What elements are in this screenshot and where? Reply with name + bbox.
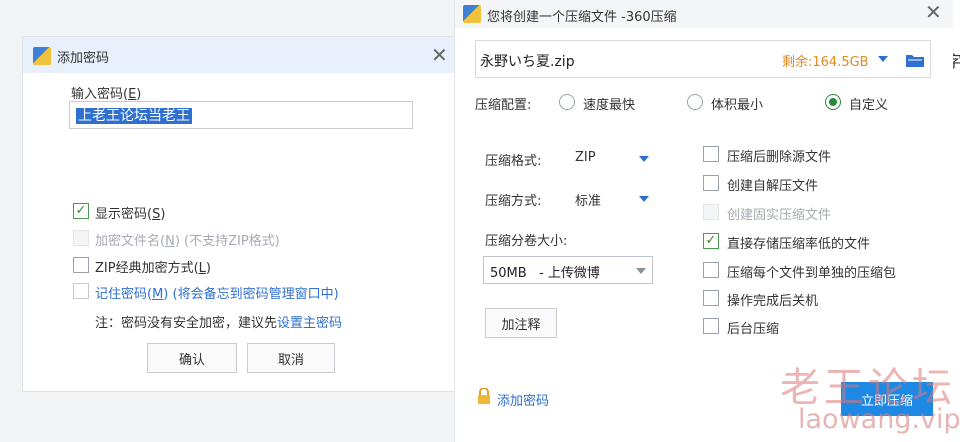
add-password-link[interactable]: 添加密码 bbox=[497, 390, 549, 409]
add-password-dialog: 添加密码 ✕ 输入密码(E) 上老王论坛当老王 ✓ 显示密码(S) 加密文件名(… bbox=[22, 36, 458, 392]
filename-field[interactable]: 永野いち夏.zip 剩余:164.5GB bbox=[475, 40, 931, 78]
store-low-ratio-checkbox[interactable]: ✓ bbox=[703, 233, 719, 249]
solid-archive-checkbox bbox=[703, 204, 719, 220]
free-space-label: 剩余:164.5GB bbox=[782, 55, 869, 70]
delete-source-checkbox[interactable] bbox=[703, 146, 719, 162]
config-speed-label[interactable]: 速度最快 bbox=[583, 94, 635, 113]
filename-value: 永野いち夏.zip bbox=[480, 54, 575, 70]
confirm-button[interactable]: 确认 bbox=[147, 343, 237, 373]
password-input-label: 输入密码(E) bbox=[71, 87, 142, 102]
config-custom-radio[interactable] bbox=[825, 94, 841, 110]
self-extract-label[interactable]: 创建自解压文件 bbox=[727, 175, 818, 194]
folder-icon[interactable] bbox=[906, 53, 924, 67]
dialog-title: 添加密码 bbox=[57, 51, 110, 66]
format-value[interactable]: ZIP bbox=[575, 150, 596, 165]
separate-archives-checkbox[interactable] bbox=[703, 262, 719, 278]
method-label: 压缩方式: bbox=[485, 194, 542, 209]
store-low-ratio-label[interactable]: 直接存储压缩率低的文件 bbox=[727, 233, 870, 252]
shutdown-after-label[interactable]: 操作完成后关机 bbox=[727, 290, 818, 309]
cancel-button[interactable]: 取消 bbox=[247, 343, 335, 373]
remember-password-checkbox[interactable] bbox=[73, 283, 89, 299]
self-extract-checkbox[interactable] bbox=[703, 175, 719, 191]
config-custom-label[interactable]: 自定义 bbox=[849, 94, 888, 113]
remember-password-label[interactable]: 记住密码(M) (将会备忘到密码管理窗口中) bbox=[95, 283, 339, 302]
zip-classic-encryption-checkbox[interactable] bbox=[73, 257, 89, 273]
security-note: 注：密码没有安全加密，建议先设置主密码 bbox=[95, 316, 343, 331]
solid-archive-label: 创建固实压缩文件 bbox=[727, 208, 832, 223]
zip-classic-encryption-label[interactable]: ZIP经典加密方式(L) bbox=[95, 257, 211, 276]
config-size-radio[interactable] bbox=[687, 94, 703, 110]
method-value[interactable]: 标准 bbox=[575, 190, 601, 209]
set-master-password-link[interactable]: 设置主密码 bbox=[277, 316, 342, 331]
format-chevron-icon[interactable] bbox=[639, 156, 649, 162]
volume-select[interactable]: 50MB - 上传微博 bbox=[483, 256, 653, 284]
watermark-url: laowang.vip bbox=[798, 404, 960, 435]
close-icon[interactable]: ✕ bbox=[925, 2, 942, 22]
dialog-title: 您将创建一个压缩文件 -360压缩 bbox=[487, 10, 677, 25]
volume-value: 50MB - 上传微博 bbox=[490, 266, 600, 281]
archive-app-icon bbox=[463, 5, 481, 23]
method-chevron-icon[interactable] bbox=[639, 196, 649, 202]
encrypt-filename-label: 加密文件名(N) (不支持ZIP格式) bbox=[95, 234, 280, 249]
config-speed-radio[interactable] bbox=[559, 94, 575, 110]
close-icon[interactable]: ✕ bbox=[431, 45, 448, 65]
add-comment-button[interactable]: 加注释 bbox=[485, 308, 557, 338]
password-input[interactable]: 上老王论坛当老王 bbox=[69, 101, 413, 129]
chevron-down-icon[interactable] bbox=[636, 268, 646, 274]
background-compress-checkbox[interactable] bbox=[703, 318, 719, 334]
volume-label: 压缩分卷大小: bbox=[485, 234, 568, 249]
background-compress-label[interactable]: 后台压缩 bbox=[727, 318, 779, 337]
lock-icon[interactable] bbox=[477, 387, 491, 404]
encrypt-filename-checkbox bbox=[73, 230, 89, 246]
format-label: 压缩格式: bbox=[485, 154, 542, 169]
config-label: 压缩配置: bbox=[475, 98, 532, 113]
shutdown-after-checkbox[interactable] bbox=[703, 290, 719, 306]
show-password-checkbox[interactable]: ✓ bbox=[73, 203, 89, 219]
password-value: 上老王论坛当老王 bbox=[76, 108, 192, 124]
archive-app-icon bbox=[33, 47, 51, 65]
separate-archives-label[interactable]: 压缩每个文件到单独的压缩包 bbox=[727, 262, 896, 281]
chevron-down-icon[interactable] bbox=[878, 56, 888, 62]
show-password-label[interactable]: 显示密码(S) bbox=[95, 203, 165, 222]
config-size-label[interactable]: 体积最小 bbox=[711, 94, 763, 113]
delete-source-label[interactable]: 压缩后删除源文件 bbox=[727, 146, 831, 165]
